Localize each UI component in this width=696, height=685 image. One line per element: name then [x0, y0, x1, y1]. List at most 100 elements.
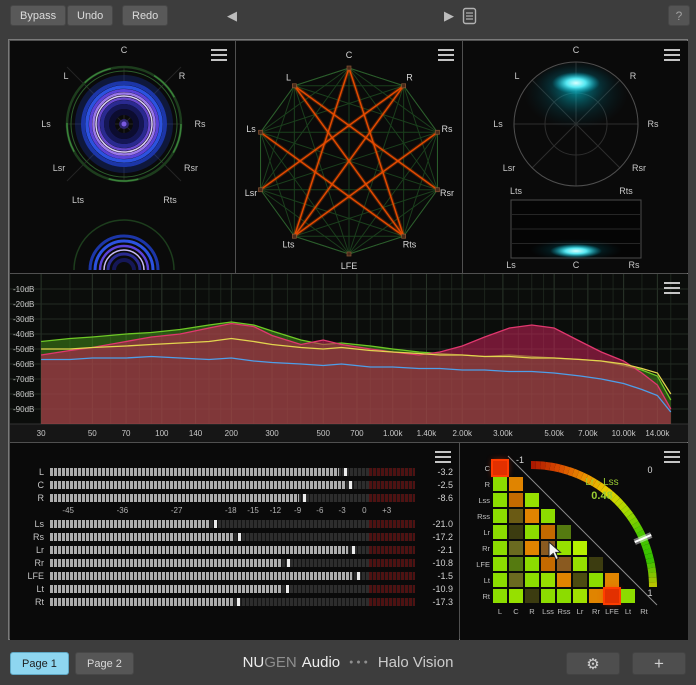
web-node [435, 188, 439, 192]
channel-label-c: C [121, 45, 128, 55]
matrix-cell[interactable] [493, 541, 507, 555]
channel-label-bottom-ls: Ls [506, 260, 516, 270]
channel-label-ls: Ls [493, 119, 503, 129]
web-node-label: Rs [441, 124, 452, 134]
matrix-row-label: LFE [460, 560, 490, 569]
matrix-cell[interactable] [509, 557, 523, 571]
matrix-cell[interactable] [509, 525, 523, 539]
matrix-cell[interactable] [541, 525, 555, 539]
help-button[interactable]: ? [668, 5, 690, 26]
channel-label-rsr: Rsr [632, 163, 646, 173]
freq-label: 300 [265, 429, 279, 438]
matrix-cell[interactable] [525, 589, 539, 603]
db-label: -80dB [13, 390, 34, 399]
correlation-pair-label: Lr - Lss [556, 477, 648, 488]
bypass-button[interactable]: Bypass [10, 5, 66, 26]
web-node [435, 130, 439, 134]
add-panel-button[interactable]: + [632, 652, 686, 675]
redo-button[interactable]: Redo [122, 5, 168, 26]
matrix-cell[interactable] [493, 509, 507, 523]
settings-button[interactable]: ⚙ [566, 652, 620, 675]
meter-fill [50, 572, 352, 580]
matrix-row-label: Rr [460, 544, 490, 553]
matrix-cell[interactable] [525, 509, 539, 523]
db-label: -50dB [13, 345, 34, 354]
meter-fill [50, 598, 233, 606]
web-node-label: Lts [282, 239, 295, 249]
matrix-cell[interactable] [525, 541, 539, 555]
meter-bar [50, 494, 415, 502]
matrix-cell[interactable] [509, 589, 523, 603]
matrix-cell[interactable] [605, 589, 619, 603]
matrix-cell[interactable] [621, 589, 635, 603]
matrix-cell[interactable] [557, 589, 571, 603]
meter-value: -3.2 [415, 467, 453, 477]
meter-fill [50, 533, 234, 541]
matrix-cell[interactable] [573, 541, 587, 555]
channel-label-l: L [63, 71, 68, 81]
web-node-label: LFE [341, 261, 358, 271]
matrix-cell[interactable] [525, 493, 539, 507]
log-list-icon[interactable] [462, 7, 477, 25]
matrix-cell[interactable] [509, 541, 523, 555]
meter-scale-tick: 0 [362, 506, 366, 515]
play-icon[interactable]: ▶ [444, 7, 454, 24]
meter-bar [50, 520, 415, 528]
matrix-cell[interactable] [525, 525, 539, 539]
meter-scale-tick: -36 [117, 506, 129, 515]
level-meters-menu-icon[interactable] [435, 451, 451, 463]
matrix-board: CRLssRssLrRrLFELtRtLCRLssRssLrRrLFELtRt [460, 443, 688, 640]
matrix-cell[interactable] [509, 477, 523, 491]
matrix-cell[interactable] [525, 557, 539, 571]
matrix-cell[interactable] [573, 573, 587, 587]
meter-red-zone [369, 585, 415, 593]
matrix-cell[interactable] [493, 525, 507, 539]
meter-row: C-2.5 [18, 478, 453, 491]
db-label: -30dB [13, 315, 34, 324]
web-node-label: L [286, 73, 291, 83]
matrix-cell[interactable] [573, 557, 587, 571]
matrix-cell[interactable] [557, 525, 571, 539]
matrix-cell[interactable] [541, 573, 555, 587]
matrix-cell[interactable] [509, 573, 523, 587]
polar-scope-menu-icon[interactable] [211, 49, 227, 61]
matrix-cell[interactable] [493, 493, 507, 507]
matrix-cell[interactable] [589, 557, 603, 571]
spectrum-menu-icon[interactable] [664, 282, 680, 294]
meter-scale-tick: -9 [294, 506, 301, 515]
matrix-cell[interactable] [493, 477, 507, 491]
meter-row: Rt-17.3 [18, 595, 453, 608]
matrix-cell[interactable] [493, 573, 507, 587]
matrix-cell[interactable] [525, 573, 539, 587]
undo-button[interactable]: Undo [67, 5, 113, 26]
meter-row: Rs-17.2 [18, 530, 453, 543]
matrix-cell[interactable] [509, 493, 523, 507]
meter-bar [50, 481, 415, 489]
matrix-cell[interactable] [589, 589, 603, 603]
correlation-web-menu-icon[interactable] [438, 49, 454, 61]
matrix-cell[interactable] [541, 589, 555, 603]
web-node [292, 234, 296, 238]
matrix-cell[interactable] [605, 573, 619, 587]
meter-fill [50, 585, 281, 593]
channel-label-c: C [573, 45, 580, 55]
matrix-cell[interactable] [493, 461, 507, 475]
main-display-area: C L R Ls Rs Lsr Rsr Lts Rts CRRsRsrRtsLF… [8, 39, 688, 640]
position-scope-menu-icon[interactable] [664, 49, 680, 61]
correlation-web-panel: CRRsRsrRtsLFELtsLsrLsL [236, 41, 462, 273]
matrix-cell[interactable] [493, 589, 507, 603]
channel-label-lsr: Lsr [503, 163, 516, 173]
matrix-cell[interactable] [493, 557, 507, 571]
matrix-cell[interactable] [509, 509, 523, 523]
meter-bar [50, 585, 415, 593]
footer-bar: Page 1 Page 2 NUGEN Audio ●●● Halo Visio… [0, 640, 696, 685]
matrix-cell[interactable] [541, 509, 555, 523]
matrix-cell[interactable] [589, 573, 603, 587]
back-icon[interactable]: ◀ [227, 7, 237, 24]
matrix-cell[interactable] [573, 589, 587, 603]
matrix-col-label: Rt [640, 607, 648, 616]
channel-label-rs: Rs [648, 119, 659, 129]
matrix-cell[interactable] [557, 573, 571, 587]
meter-fill [50, 520, 210, 528]
correlation-matrix-menu-icon[interactable] [664, 451, 680, 463]
